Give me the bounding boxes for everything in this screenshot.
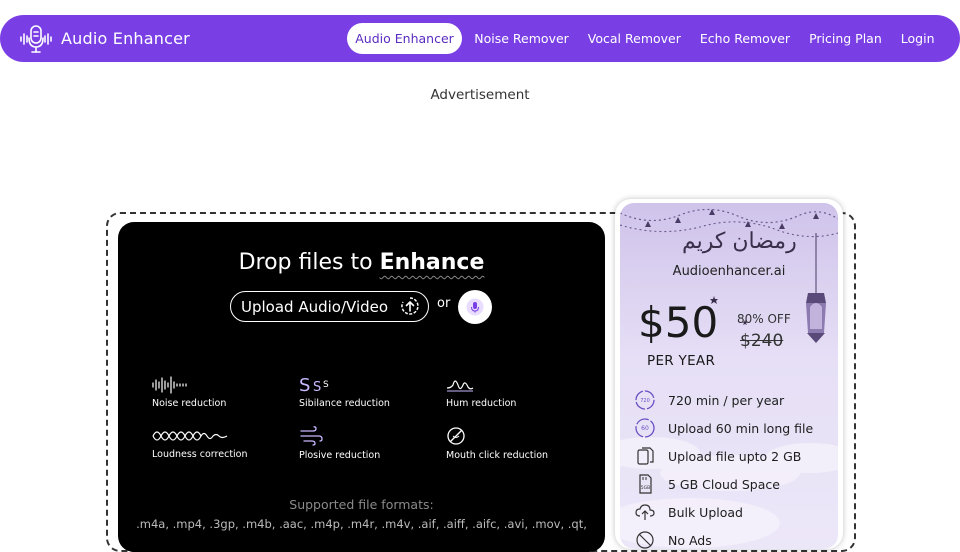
feature-mouth-click-reduction: Mouth click reduction bbox=[446, 426, 548, 461]
svg-text:720: 720 bbox=[640, 398, 650, 404]
cloud-upload-icon bbox=[635, 504, 655, 520]
old-price: $240 bbox=[740, 331, 784, 351]
perk-item: 60 Upload 60 min long file bbox=[634, 417, 813, 439]
feature-label: Loudness correction bbox=[152, 449, 248, 460]
record-microphone-button[interactable] bbox=[458, 290, 492, 324]
perk-label: 5 GB Cloud Space bbox=[668, 476, 780, 492]
svg-text:60: 60 bbox=[641, 425, 649, 432]
files-icon bbox=[637, 447, 654, 465]
svg-text:5GB: 5GB bbox=[641, 485, 650, 491]
price-amount: $50 bbox=[638, 298, 719, 347]
brand[interactable]: Audio Enhancer bbox=[19, 23, 190, 54]
perk-label: Upload 60 min long file bbox=[668, 420, 814, 436]
advertisement-label: Advertisement bbox=[430, 87, 530, 103]
feature-label: Hum reduction bbox=[446, 398, 517, 409]
nav-audio-enhancer[interactable]: Audio Enhancer bbox=[347, 23, 462, 54]
site-name: Audioenhancer.ai bbox=[672, 264, 786, 279]
discount-badge: 80% OFF bbox=[737, 312, 791, 326]
no-click-icon bbox=[447, 427, 465, 445]
nav-vocal-remover[interactable]: Vocal Remover bbox=[578, 23, 690, 54]
perk-label: No Ads bbox=[668, 532, 712, 548]
or-label: or bbox=[437, 296, 451, 311]
formats-title: Supported file formats: bbox=[289, 497, 434, 512]
sd-card-icon: 5GB bbox=[639, 474, 652, 494]
feature-label: Noise reduction bbox=[152, 398, 227, 409]
feature-label: Plosive reduction bbox=[299, 450, 381, 461]
price-period: PER YEAR bbox=[647, 353, 716, 369]
feature-sibilance-reduction: S S S Sibilance reduction bbox=[299, 374, 390, 409]
perk-label: Upload file upto 2 GB bbox=[668, 448, 802, 464]
pricing-card-inner: رمضان كريم Audioenhancer.ai $50 PER YEAR… bbox=[620, 203, 838, 549]
nav-echo-remover[interactable]: Echo Remover bbox=[690, 23, 799, 54]
clock-60-icon: 60 bbox=[635, 418, 655, 438]
nav-links: Audio Enhancer Noise Remover Vocal Remov… bbox=[347, 23, 944, 54]
wind-icon bbox=[300, 426, 323, 446]
feature-label: Sibilance reduction bbox=[299, 398, 390, 409]
microphone-waveform-icon bbox=[20, 24, 52, 53]
waveform-icon bbox=[152, 376, 187, 394]
perk-item: No Ads bbox=[634, 529, 712, 549]
feature-plosive-reduction: Plosive reduction bbox=[299, 426, 380, 461]
ramadan-decoration-icon bbox=[620, 208, 838, 548]
perk-label: Bulk Upload bbox=[668, 504, 743, 520]
sss-icon: S S S bbox=[299, 375, 329, 394]
feature-label: Mouth click reduction bbox=[446, 450, 549, 461]
ramadan-greeting: رمضان كريم bbox=[682, 229, 797, 254]
nav-login[interactable]: Login bbox=[891, 23, 944, 54]
clock-720-icon: 720 bbox=[635, 390, 655, 410]
perk-item: Upload file upto 2 GB bbox=[634, 445, 801, 467]
pricing-card[interactable]: رمضان كريم Audioenhancer.ai $50 PER YEAR… bbox=[615, 199, 843, 549]
microphone-icon bbox=[466, 298, 484, 316]
svg-text:S: S bbox=[313, 380, 321, 394]
svg-text:S: S bbox=[323, 380, 329, 390]
loudness-wave-icon bbox=[152, 431, 228, 441]
upload-button-label: Upload Audio/Video bbox=[241, 297, 389, 316]
drop-title: Drop files to Enhance bbox=[118, 250, 605, 275]
feature-hum-reduction: Hum reduction bbox=[446, 376, 516, 409]
brand-name: Audio Enhancer bbox=[61, 29, 190, 48]
no-ads-icon bbox=[636, 531, 654, 549]
drop-title-prefix: Drop files to bbox=[238, 250, 373, 275]
nav-pricing-plan[interactable]: Pricing Plan bbox=[800, 23, 892, 54]
perk-item: 720 720 min / per year bbox=[634, 389, 784, 411]
upload-panel[interactable]: Drop files to Enhance Upload Audio/Video… bbox=[118, 222, 605, 552]
perk-item: Bulk Upload bbox=[634, 501, 743, 523]
hum-wave-icon bbox=[446, 380, 474, 392]
perk-label: 720 min / per year bbox=[668, 392, 785, 408]
drop-title-strong: Enhance bbox=[379, 250, 485, 275]
nav-noise-remover[interactable]: Noise Remover bbox=[465, 23, 579, 54]
feature-loudness-correction: Loudness correction bbox=[152, 427, 248, 460]
perk-item: 5GB 5 GB Cloud Space bbox=[634, 473, 780, 495]
upload-audio-video-button[interactable]: Upload Audio/Video bbox=[230, 291, 429, 322]
svg-text:S: S bbox=[299, 375, 310, 394]
feature-noise-reduction: Noise reduction bbox=[152, 376, 226, 409]
formats-list: .m4a, .mp4, .3gp, .m4b, .aac, .m4p, .m4r… bbox=[136, 517, 587, 531]
top-navbar: Audio Enhancer Audio Enhancer Noise Remo… bbox=[0, 15, 960, 62]
upload-arrow-icon bbox=[401, 297, 419, 315]
